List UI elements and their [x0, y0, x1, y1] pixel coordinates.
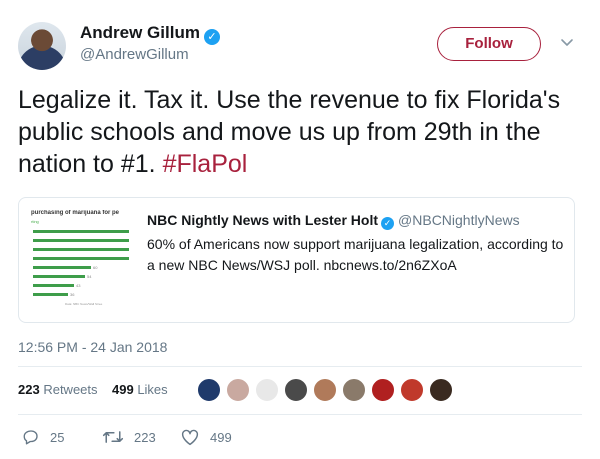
tweet-timestamp[interactable]: 12:56 PM - 24 Jan 2018: [18, 339, 167, 355]
image-chart-bar-label: 36: [70, 292, 75, 297]
liker-avatar[interactable]: [312, 377, 338, 403]
follow-button[interactable]: Follow: [437, 27, 541, 61]
liker-avatar[interactable]: [428, 377, 454, 403]
like-count: 499: [210, 429, 232, 445]
divider: [18, 366, 582, 367]
tweet-text: Legalize it. Tax it. Use the revenue to …: [18, 84, 578, 180]
retweet-icon: [102, 431, 124, 443]
tweet-body: Legalize it. Tax it. Use the revenue to …: [18, 86, 561, 178]
image-chart-bar: [33, 284, 74, 287]
reply-icon: [23, 430, 38, 445]
quoted-tweet-text: 60% of Americans now support marijuana l…: [147, 236, 564, 273]
tweet-header: Andrew Gillum ✓ @AndrewGillum Follow: [18, 18, 582, 70]
liker-avatar[interactable]: [225, 377, 251, 403]
image-chart-bar: [33, 248, 129, 251]
divider: [18, 414, 582, 415]
author-handle[interactable]: @AndrewGillum: [80, 46, 189, 63]
hashtag-link[interactable]: #FlaPol: [163, 150, 248, 178]
author-name[interactable]: Andrew Gillum: [80, 23, 200, 42]
quoted-verified-badge-icon: ✓: [381, 217, 395, 230]
quoted-author-row: NBC Nightly News with Lester Holt ✓ @NBCNi…: [147, 212, 520, 230]
reply-button[interactable]: 25: [22, 425, 64, 449]
quoted-tweet[interactable]: purchasing of marijuana for pe rting 60 5…: [18, 197, 575, 323]
heart-icon: [181, 429, 199, 446]
image-chart-source: Data: NBC News/Wall Stree: [65, 302, 103, 306]
author-name-row[interactable]: Andrew Gillum ✓: [80, 23, 220, 45]
retweets-stat[interactable]: 223 Retweets: [18, 382, 98, 397]
quoted-tweet-image: purchasing of marijuana for pe rting 60 5…: [31, 210, 131, 312]
image-chart-bar: [33, 239, 129, 242]
quoted-author-handle: @NBCNightlyNews: [398, 212, 520, 228]
quoted-author-name: NBC Nightly News with Lester Holt: [147, 212, 379, 228]
image-chart-bar: [33, 293, 68, 296]
chevron-down-icon[interactable]: [559, 34, 575, 50]
retweet-button[interactable]: 223: [102, 425, 156, 449]
image-chart-bar: [33, 266, 91, 269]
verified-badge-icon: ✓: [203, 29, 220, 45]
liker-avatar[interactable]: [283, 377, 309, 403]
engagement-stats: 223 Retweets 499 Likes: [18, 382, 168, 397]
liker-avatar[interactable]: [196, 377, 222, 403]
liker-avatar[interactable]: [370, 377, 396, 403]
liker-avatar[interactable]: [254, 377, 280, 403]
image-chart-bar: [33, 230, 129, 233]
image-chart-bar: [33, 275, 85, 278]
tweet-actions: 25 223 499: [18, 425, 418, 449]
retweet-count: 223: [134, 429, 156, 445]
image-chart-subtitle: rting: [31, 219, 39, 224]
likes-stat[interactable]: 499 Likes: [112, 382, 168, 397]
like-button[interactable]: 499: [180, 425, 232, 449]
reply-count: 25: [50, 429, 65, 445]
image-chart-bar-label: 54: [87, 274, 92, 279]
liker-avatar[interactable]: [399, 377, 425, 403]
author-avatar[interactable]: [18, 22, 66, 70]
liker-avatar[interactable]: [341, 377, 367, 403]
image-chart-bar: [33, 257, 129, 260]
image-chart-bar-label: 43: [76, 283, 81, 288]
image-chart-bar-label: 60: [93, 265, 98, 270]
image-chart-title: purchasing of marijuana for pe: [31, 210, 120, 216]
